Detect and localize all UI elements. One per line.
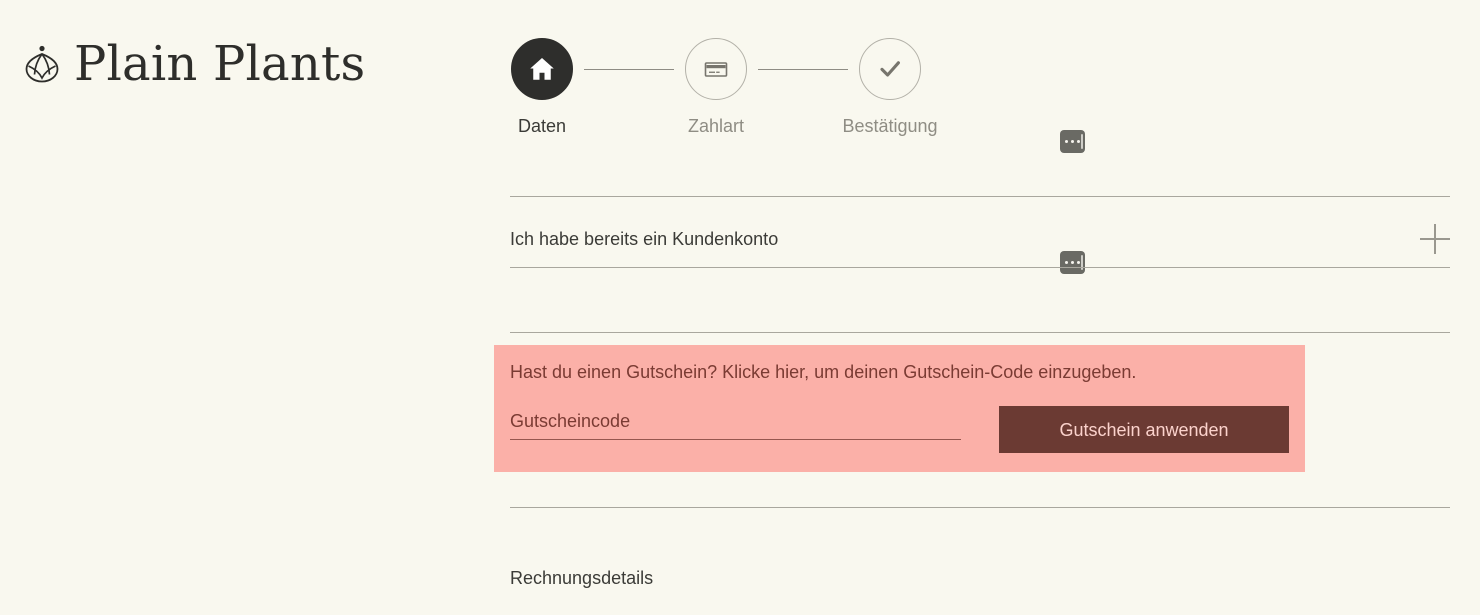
plant-leaf-icon [25,45,59,83]
step-daten-circle[interactable] [511,38,573,100]
dots-badge-stepper[interactable] [1060,130,1085,153]
step-bestaetigung-label: Bestätigung [842,116,938,136]
existing-account-row[interactable]: Ich habe bereits ein Kundenkonto [510,224,1450,254]
brand-name: Plain Plants [74,36,366,92]
badge-dot [1076,260,1081,265]
divider-coupon-bottom [510,507,1450,508]
billing-details-heading: Rechnungsdetails [510,568,654,588]
badge-dot [1070,260,1075,265]
dots-badge-account-row[interactable] [1060,251,1085,274]
check-icon [880,61,900,77]
step-connector-1 [584,69,674,70]
checkout-stepper: Daten Zahlart Bestätigung [510,38,938,135]
divider-coupon-top [510,332,1450,333]
badge-dot [1064,139,1069,144]
home-icon [530,58,554,80]
step-daten[interactable]: Daten [510,38,574,135]
plus-icon[interactable] [1420,224,1450,254]
brand-logo[interactable]: Plain Plants [20,24,365,104]
step-zahlart-circle[interactable] [685,38,747,100]
badge-dot [1076,139,1081,144]
coupon-hint-text: Hast du einen Gutschein? Klicke hier, um… [510,362,1137,382]
step-bestaetigung[interactable]: Bestätigung [842,38,938,135]
badge-dot [1070,139,1075,144]
step-daten-label: Daten [517,116,567,136]
credit-card-icon [704,62,728,77]
step-zahlart-label: Zahlart [687,116,745,136]
apply-coupon-button[interactable]: Gutschein anwenden [999,406,1289,453]
coupon-code-input[interactable] [510,408,961,440]
existing-account-label: Ich habe bereits ein Kundenkonto [510,229,779,249]
step-connector-2 [758,69,848,70]
step-zahlart[interactable]: Zahlart [684,38,748,135]
badge-caret [1081,134,1083,149]
coupon-section[interactable]: Hast du einen Gutschein? Klicke hier, um… [494,345,1305,472]
badge-dot [1064,260,1069,265]
divider-account-bottom [510,267,1450,268]
step-bestaetigung-circle[interactable] [859,38,921,100]
divider-top [510,196,1450,197]
